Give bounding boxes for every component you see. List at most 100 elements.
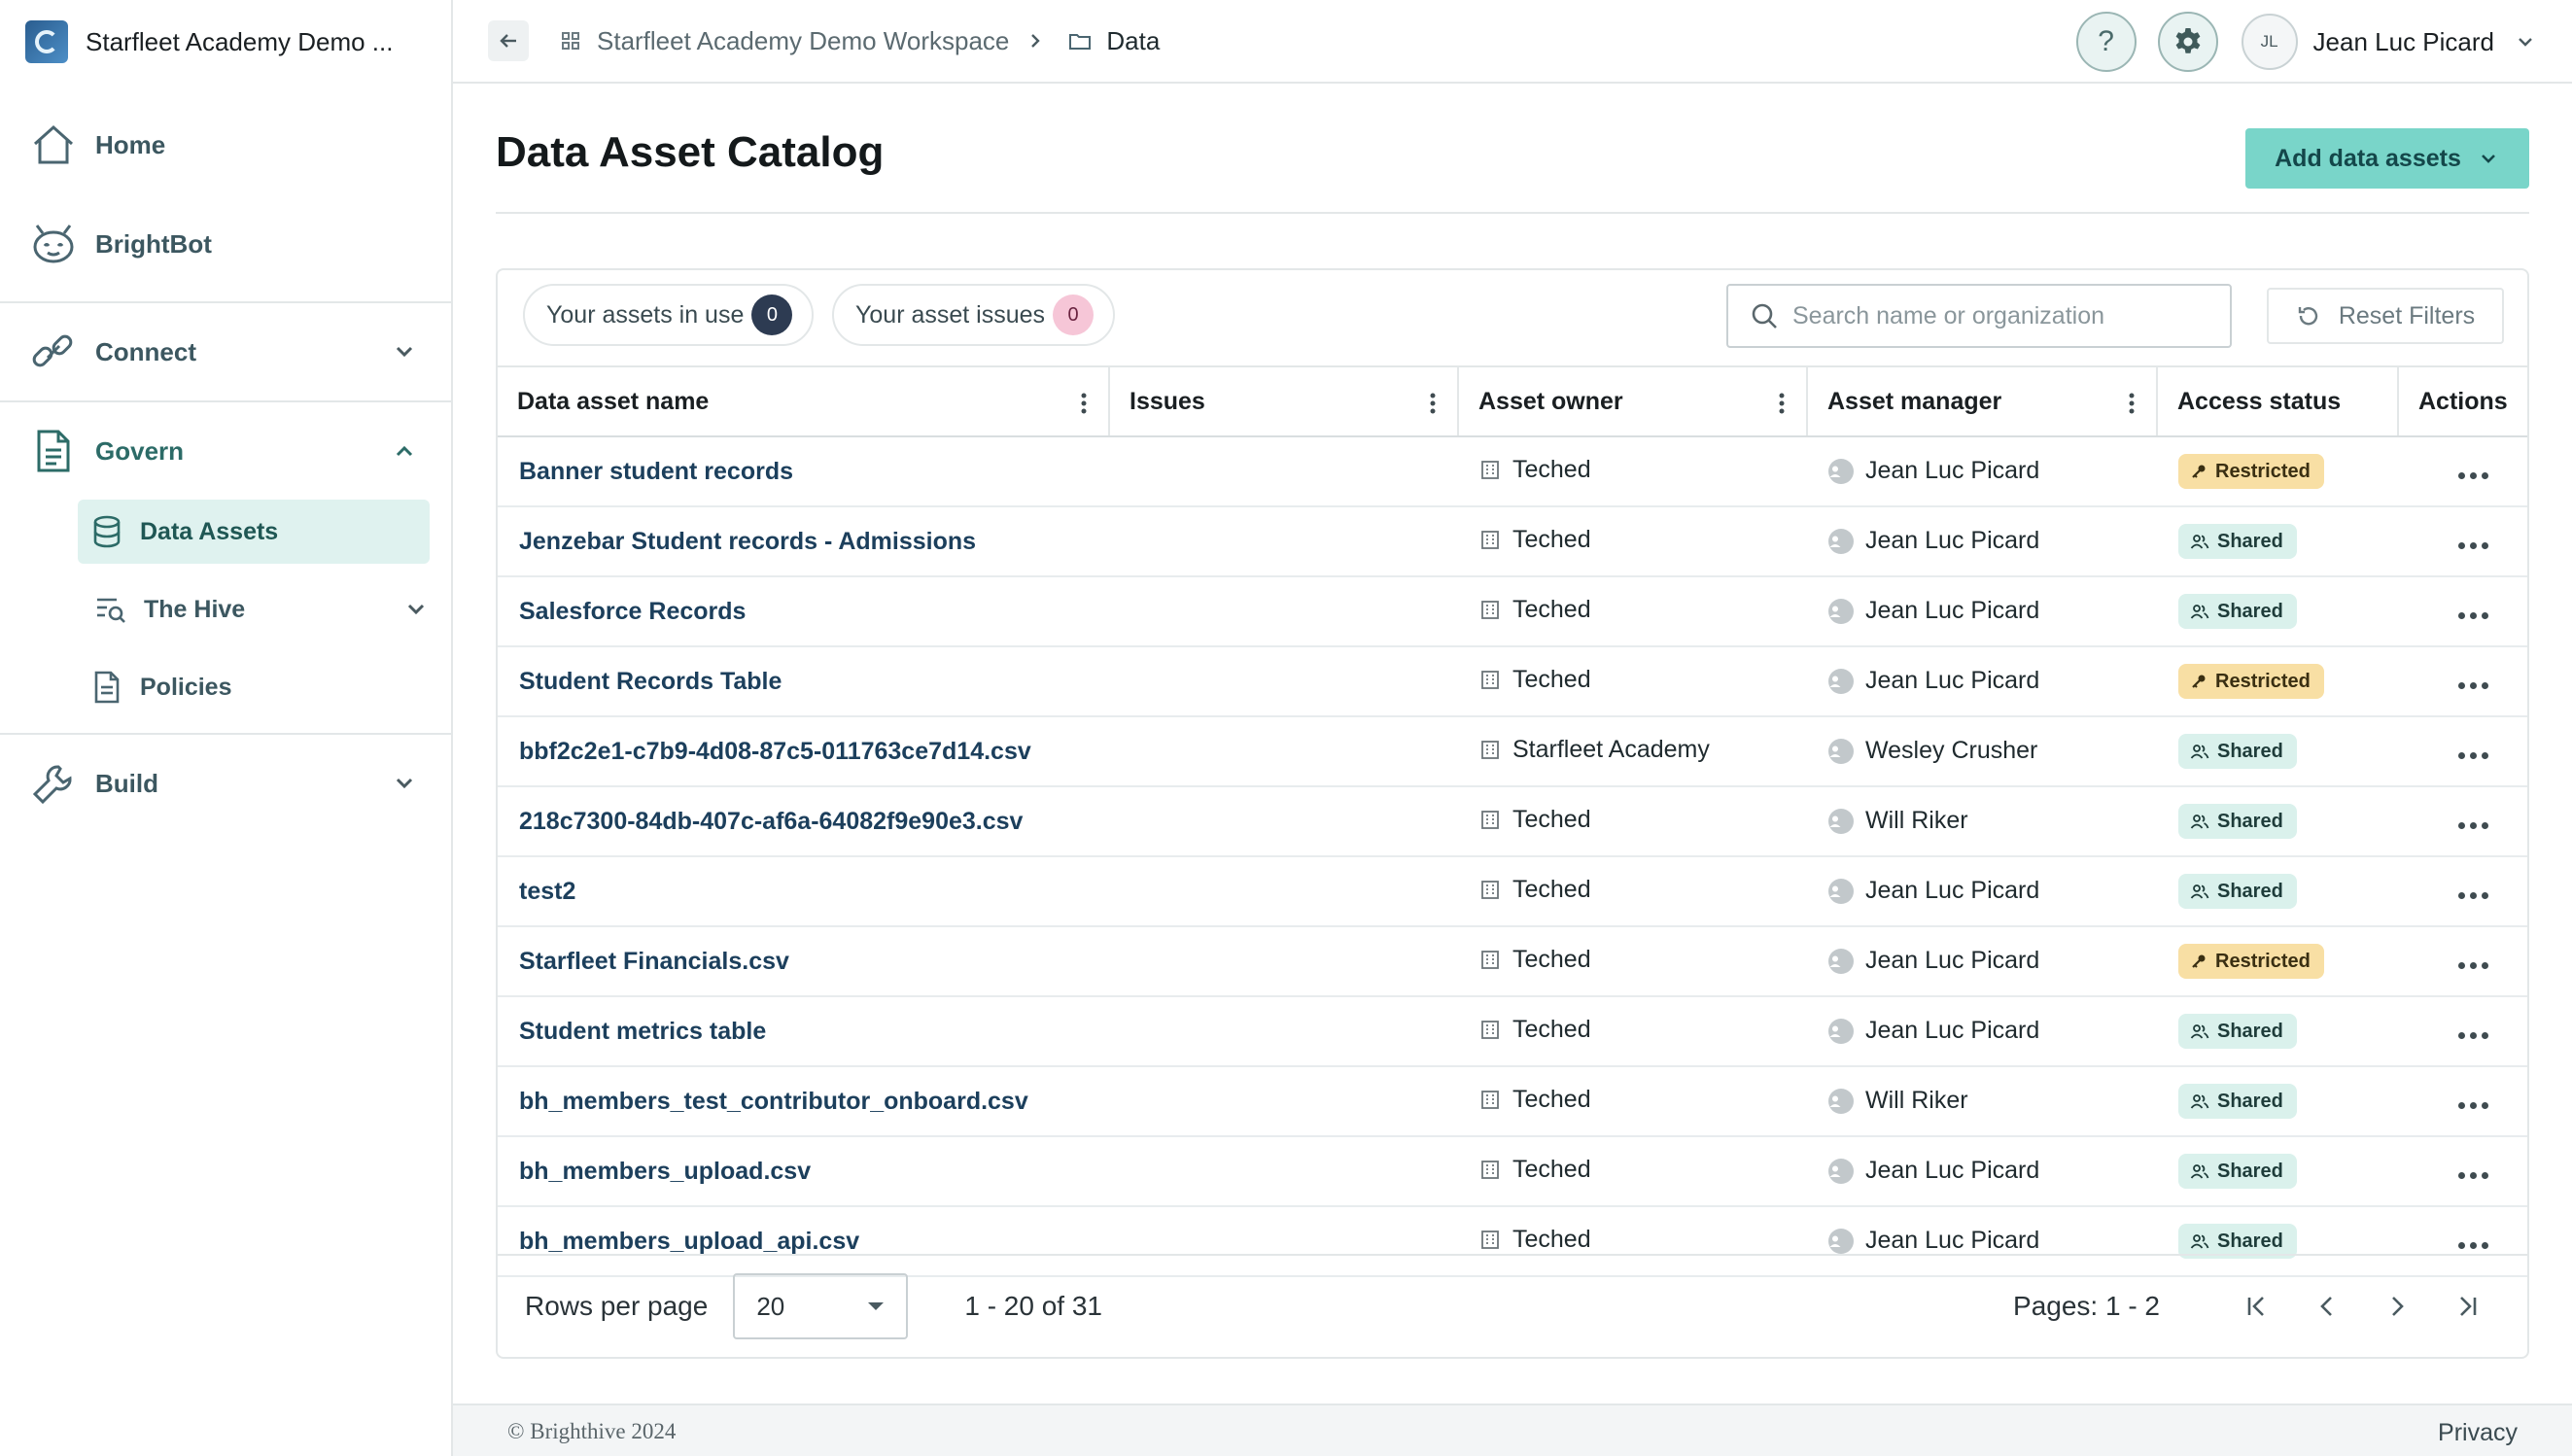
user-avatar[interactable]: JL [2241, 14, 2298, 70]
asset-name-link[interactable]: 218c7300-84db-407c-af6a-64082f9e90e3.csv [519, 808, 1023, 835]
asset-name-link[interactable]: Student metrics table [519, 1018, 766, 1045]
table-row[interactable]: Starfleet Financials.csv Teched Jean Luc P… [498, 926, 2527, 997]
column-header-manager[interactable]: Asset manager [1807, 365, 2158, 437]
cell-asset-owner: Teched [1458, 646, 1807, 717]
last-page-button[interactable] [2448, 1287, 2486, 1326]
cell-asset-manager: Jean Luc Picard [1807, 1136, 2157, 1207]
row-actions-menu-icon[interactable] [2458, 1101, 2488, 1109]
column-menu-icon[interactable] [1430, 393, 1436, 414]
rows-per-page-label: Rows per page [525, 1291, 709, 1321]
table-row[interactable]: Salesforce Records Teched Jean Luc Picard S… [498, 576, 2527, 647]
sidebar-item-brightbot[interactable]: BrightBot [0, 206, 451, 282]
cell-actions [2398, 1066, 2527, 1137]
table-row[interactable]: bh_members_upload.csv Teched Jean Luc Pica… [498, 1136, 2527, 1207]
column-menu-icon[interactable] [1779, 393, 1785, 414]
search-input[interactable] [1792, 301, 2201, 330]
table-row[interactable]: Banner student records Teched Jean Luc Pic… [498, 436, 2527, 507]
next-page-button[interactable] [2378, 1287, 2416, 1326]
rows-per-page-select[interactable]: 20 [733, 1273, 909, 1339]
sidebar-item-govern[interactable]: Govern [0, 402, 451, 500]
row-actions-menu-icon[interactable] [2458, 751, 2488, 759]
row-actions-menu-icon[interactable] [2458, 891, 2488, 899]
asset-issues-filter[interactable]: Your asset issues 0 [832, 284, 1116, 346]
cell-issues [1109, 786, 1458, 857]
asset-name-link[interactable]: Salesforce Records [519, 598, 746, 625]
building-icon [1481, 1161, 1499, 1180]
chevron-left-icon [2320, 1297, 2332, 1316]
table-row[interactable]: Student Records Table Teched Jean Luc Pica… [498, 646, 2527, 717]
column-header-status[interactable]: Access status [2157, 365, 2399, 437]
asset-name-link[interactable]: bh_members_upload_api.csv [519, 1228, 859, 1255]
cell-asset-manager: Will Riker [1807, 786, 2157, 857]
sidebar-item-label: Build [95, 768, 158, 798]
asset-name-link[interactable]: test2 [519, 878, 575, 905]
cell-issues [1109, 576, 1458, 647]
assets-in-use-filter[interactable]: Your assets in use 0 [523, 284, 815, 346]
row-actions-menu-icon[interactable] [2458, 471, 2488, 479]
asset-name-link[interactable]: Jenzebar Student records - Admissions [519, 528, 976, 555]
row-actions-menu-icon[interactable] [2458, 681, 2488, 689]
database-icon [93, 515, 121, 548]
settings-button[interactable] [2157, 12, 2218, 72]
back-button[interactable] [488, 20, 529, 61]
user-name[interactable]: Jean Luc Picard [2313, 27, 2494, 57]
building-icon [1481, 741, 1499, 760]
row-actions-menu-icon[interactable] [2458, 821, 2488, 829]
cell-issues [1109, 996, 1458, 1067]
status-label: Shared [2217, 530, 2283, 552]
column-header-name[interactable]: Data asset name [498, 365, 1110, 437]
row-actions-menu-icon[interactable] [2458, 541, 2488, 549]
table-row[interactable]: Jenzebar Student records - Admissions Tec… [498, 506, 2527, 577]
sidebar-item-policies[interactable]: Policies [78, 655, 430, 719]
sidebar-item-home[interactable]: Home [0, 84, 451, 206]
column-menu-icon[interactable] [1081, 393, 1087, 414]
sidebar-item-connect[interactable]: Connect [0, 303, 451, 400]
cell-actions [2398, 996, 2527, 1067]
workspace-switcher[interactable]: Starfleet Academy Demo ... [0, 0, 451, 84]
cell-asset-name: test2 [498, 856, 1109, 927]
cell-issues [1109, 856, 1458, 927]
column-header-issues[interactable]: Issues [1109, 365, 1459, 437]
asset-name-link[interactable]: Starfleet Financials.csv [519, 948, 789, 975]
asset-name-link[interactable]: bbf2c2e1-c7b9-4d08-87c5-011763ce7d14.csv [519, 738, 1031, 765]
add-data-assets-button[interactable]: Add data assets [2245, 128, 2529, 189]
breadcrumb-workspace[interactable]: Starfleet Academy Demo Workspace [558, 26, 1046, 56]
top-bar: Starfleet Academy Demo Workspace Data ? … [453, 0, 2572, 84]
sidebar-item-label: Data Assets [140, 517, 279, 545]
manager-name: Will Riker [1865, 807, 1968, 835]
table-row[interactable]: test2 Teched Jean Luc Picard Shared [498, 856, 2527, 927]
count-badge: 0 [1053, 295, 1095, 335]
privacy-link[interactable]: Privacy [2438, 1419, 2518, 1447]
table-row[interactable]: Student metrics table Teched Jean Luc Pica… [498, 996, 2527, 1067]
cell-actions [2398, 506, 2527, 577]
table-row[interactable]: bbf2c2e1-c7b9-4d08-87c5-011763ce7d14.csv… [498, 716, 2527, 787]
table-row[interactable]: bh_members_test_contributor_onboard.csv T… [498, 1066, 2527, 1137]
cell-asset-name: Salesforce Records [498, 576, 1109, 647]
asset-name-link[interactable]: bh_members_test_contributor_onboard.csv [519, 1088, 1028, 1115]
cell-access-status: Shared [2157, 856, 2398, 927]
asset-name-link[interactable]: Student Records Table [519, 668, 782, 695]
row-actions-menu-icon[interactable] [2458, 1171, 2488, 1179]
previous-page-button[interactable] [2308, 1287, 2346, 1326]
row-actions-menu-icon[interactable] [2458, 961, 2488, 969]
column-menu-icon[interactable] [2129, 393, 2135, 414]
row-range: 1 - 20 of 31 [964, 1291, 1102, 1321]
chevron-down-icon[interactable] [2514, 30, 2537, 53]
owner-name: Teched [1512, 945, 1591, 973]
sidebar-item-build[interactable]: Build [0, 735, 451, 832]
sidebar-item-the-hive[interactable]: The Hive [78, 577, 430, 641]
reset-filters-button[interactable]: Reset Filters [2267, 288, 2504, 344]
row-actions-menu-icon[interactable] [2458, 1031, 2488, 1039]
row-actions-menu-icon[interactable] [2458, 1241, 2488, 1249]
help-button[interactable]: ? [2075, 12, 2137, 72]
row-actions-menu-icon[interactable] [2458, 611, 2488, 619]
chevron-down-icon [407, 604, 425, 615]
first-page-button[interactable] [2238, 1287, 2277, 1326]
sidebar-item-data-assets[interactable]: Data Assets [78, 500, 430, 564]
owner-name: Teched [1512, 875, 1591, 903]
column-header-owner[interactable]: Asset owner [1458, 365, 1808, 437]
users-icon [2190, 1024, 2209, 1039]
asset-name-link[interactable]: bh_members_upload.csv [519, 1158, 811, 1185]
asset-name-link[interactable]: Banner student records [519, 458, 793, 485]
table-row[interactable]: 218c7300-84db-407c-af6a-64082f9e90e3.csv… [498, 786, 2527, 857]
